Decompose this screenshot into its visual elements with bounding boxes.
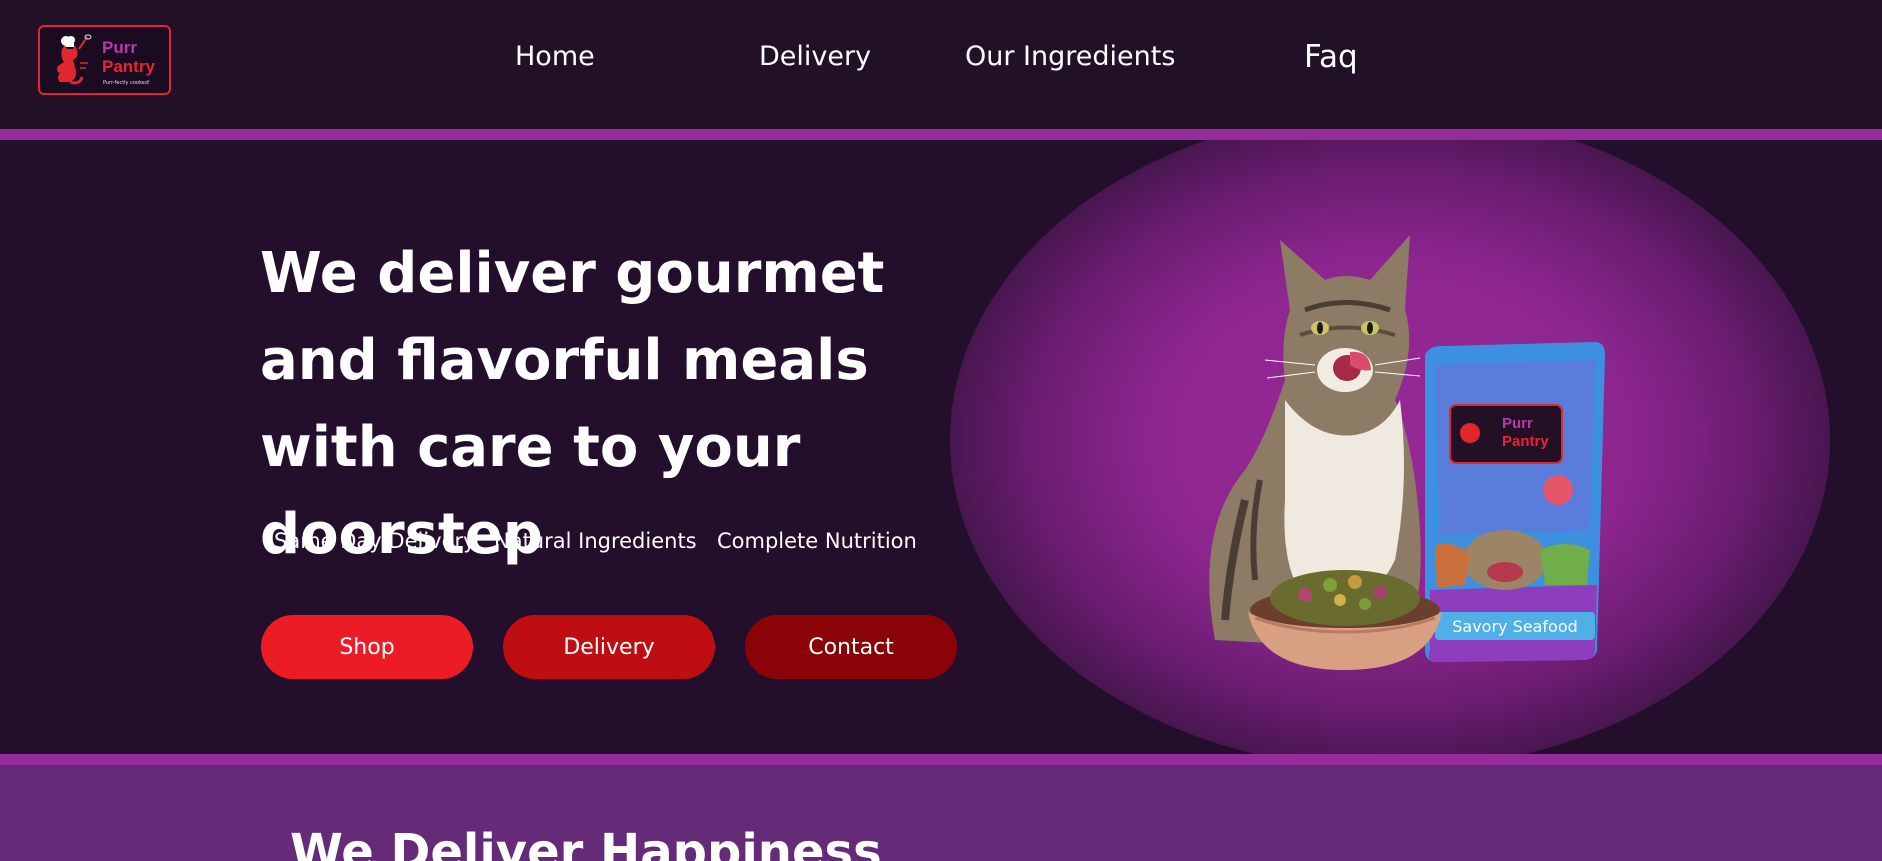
feature-natural-ingredients: Natural Ingredients — [494, 529, 697, 553]
pouch-brand-purr: Purr — [1502, 415, 1533, 432]
logo-word-purr: Purr — [102, 38, 137, 57]
delivery-button[interactable]: Delivery — [503, 615, 715, 679]
happiness-section: We Deliver Happiness — [0, 765, 1882, 861]
hero-title: We deliver gourmet and flavorful meals w… — [260, 241, 885, 567]
logo-word-pantry: Pantry — [102, 57, 155, 76]
contact-button[interactable]: Contact — [745, 615, 957, 679]
accent-stripe-top — [0, 129, 1882, 140]
shop-button[interactable]: Shop — [261, 615, 473, 679]
hero-section: We deliver gourmet and flavorful meals w… — [0, 140, 1882, 754]
section-title: We Deliver Happiness — [290, 824, 882, 861]
brand-logo[interactable]: Purr Pantry Purr-fectly cooked! — [38, 25, 171, 95]
nav-link-faq[interactable]: Faq — [1304, 40, 1358, 74]
feature-complete-nutrition: Complete Nutrition — [717, 529, 917, 553]
pouch-brand-pantry: Pantry — [1502, 433, 1549, 450]
pouch-flavor-label: Savory Seafood — [1452, 617, 1578, 636]
food-pouch-image: Purr Pantry Savory Seafood — [1425, 342, 1605, 662]
hero-product-image: Purr Pantry Savory Seafood — [1209, 235, 1605, 670]
accent-stripe-bottom — [0, 754, 1882, 765]
nav-link-home[interactable]: Home — [515, 40, 595, 74]
navbar: Purr Pantry Purr-fectly cooked! Home Del… — [0, 0, 1882, 129]
feature-same-day-delivery: Same Day Delivery — [274, 529, 476, 553]
cat-chef-icon — [56, 34, 92, 85]
logo-tagline: Purr-fectly cooked! — [103, 80, 150, 86]
nav-link-our-ingredients[interactable]: Our Ingredients — [965, 40, 1175, 74]
nav-link-delivery[interactable]: Delivery — [759, 40, 871, 74]
